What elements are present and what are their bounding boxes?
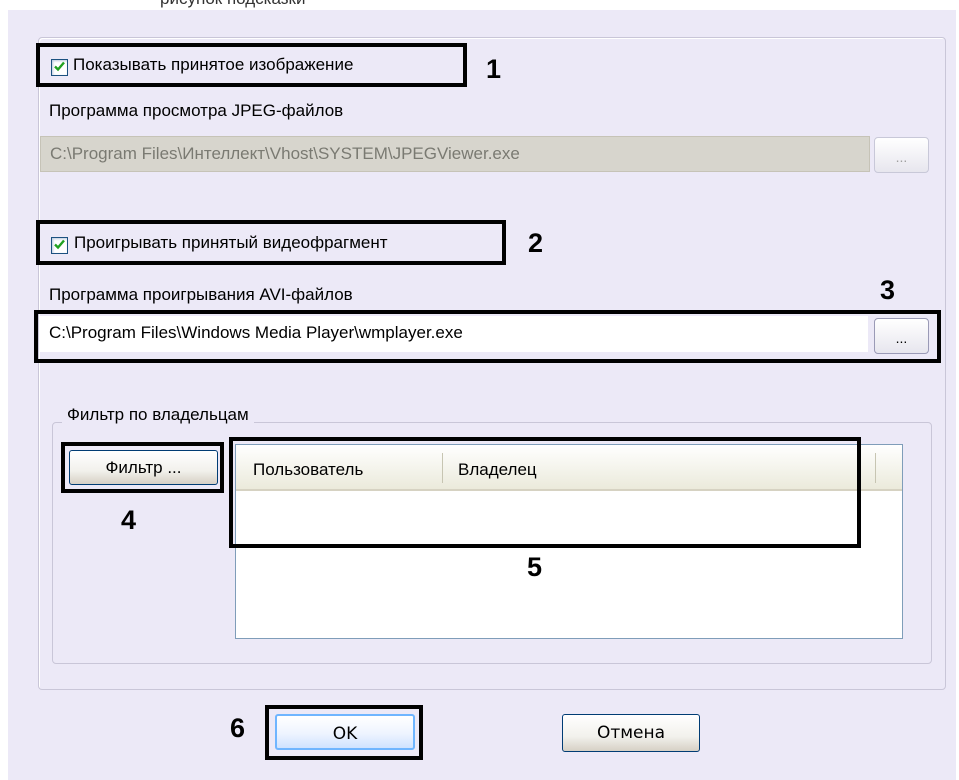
callout-number-4: 4 xyxy=(121,505,137,535)
callout-number-3: 3 xyxy=(880,275,896,305)
callout-number-6: 6 xyxy=(230,713,246,743)
callout-box-3 xyxy=(34,310,941,363)
jpeg-viewer-browse-button[interactable]: ... xyxy=(874,137,929,173)
avi-player-label: Программа проигрывания AVI-файлов xyxy=(49,285,353,304)
callout-number-1: 1 xyxy=(486,54,502,84)
callout-box-6 xyxy=(265,705,423,760)
top-caption: рисунок подсказки xyxy=(160,0,305,9)
callout-box-5 xyxy=(229,437,861,548)
callout-number-2: 2 xyxy=(528,228,544,258)
jpeg-viewer-path-field[interactable]: C:\Program Files\Интеллект\Vhost\SYSTEM\… xyxy=(40,136,870,172)
callout-number-5: 5 xyxy=(527,552,543,582)
cancel-button[interactable]: Отмена xyxy=(562,714,700,752)
owner-filter-title: Фильтр по владельцам xyxy=(62,405,254,425)
callout-box-1 xyxy=(36,43,467,87)
callout-box-4 xyxy=(61,442,224,493)
column-separator[interactable] xyxy=(875,453,876,483)
callout-box-2 xyxy=(36,220,506,265)
jpeg-viewer-label: Программа просмотра JPEG-файлов xyxy=(49,101,344,120)
